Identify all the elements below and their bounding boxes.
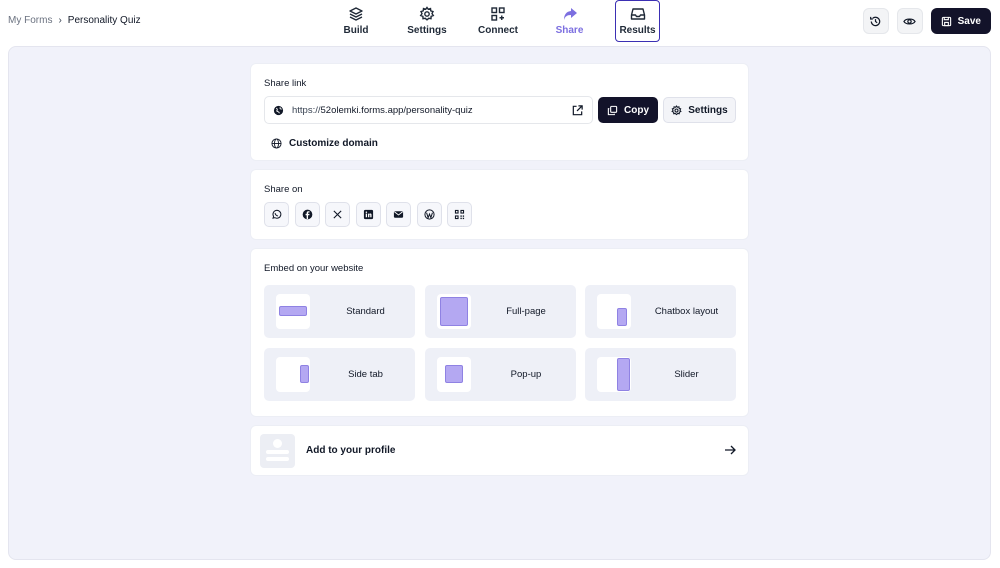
save-icon <box>941 16 951 26</box>
slider-thumbnail <box>597 357 631 392</box>
layers-icon <box>349 7 363 21</box>
embed-options-grid: Standard Full-page Chatbox layout Side t… <box>264 285 736 401</box>
embed-option-chatbox[interactable]: Chatbox layout <box>585 285 736 338</box>
embed-option-label: Pop-up <box>510 369 542 380</box>
top-right-actions: Save <box>862 8 991 34</box>
profile-thumbnail <box>260 434 295 468</box>
share-link-title: Share link <box>264 78 307 89</box>
embed-option-side-tab[interactable]: Side tab <box>264 348 415 401</box>
embed-option-pop-up[interactable]: Pop-up <box>424 348 576 401</box>
share-qr-button[interactable] <box>447 202 472 227</box>
wordpress-icon <box>423 209 435 220</box>
facebook-icon <box>302 209 312 220</box>
url-rest: 52olemki.forms.app/personality-quiz <box>320 104 473 116</box>
embed-title: Embed on your website <box>264 263 364 274</box>
embed-option-slider[interactable]: Slider <box>585 348 736 401</box>
tab-build[interactable]: Build <box>330 0 382 42</box>
globe-icon <box>271 138 282 149</box>
copy-icon <box>607 105 618 115</box>
x-icon <box>333 210 342 219</box>
side-tab-thumbnail <box>276 357 310 392</box>
standard-thumbnail <box>276 294 310 329</box>
tab-share[interactable]: Share <box>524 0 615 42</box>
embed-option-label: Chatbox layout <box>654 306 719 317</box>
globe-filled-icon <box>273 105 284 115</box>
share-icons-row <box>264 202 472 227</box>
gear-icon <box>671 104 682 115</box>
preview-button[interactable] <box>896 8 923 34</box>
connect-grid-icon <box>491 7 505 21</box>
embed-card: Embed on your website Standard Full-page… <box>250 248 749 417</box>
external-link-icon[interactable] <box>571 104 584 117</box>
url-prefix: https:// <box>292 104 321 116</box>
save-button[interactable]: Save <box>930 8 991 34</box>
chatbox-thumbnail <box>597 294 631 329</box>
embed-option-label: Full-page <box>506 306 546 317</box>
whatsapp-icon <box>272 209 282 219</box>
add-to-profile-card[interactable]: Add to your profile <box>250 425 749 476</box>
customize-domain-link[interactable]: Customize domain <box>271 138 378 149</box>
tab-results-label: Results <box>619 25 656 36</box>
tab-connect[interactable]: Connect <box>472 0 524 42</box>
share-wordpress-button[interactable] <box>416 202 442 227</box>
breadcrumb-separator: › <box>58 15 62 26</box>
add-to-profile-label: Add to your profile <box>306 445 396 456</box>
breadcrumb-current: Personality Quiz <box>67 15 141 26</box>
inbox-icon <box>630 8 645 20</box>
share-email-button[interactable] <box>386 202 411 227</box>
share-linkedin-button[interactable] <box>355 202 381 227</box>
tab-settings-label: Settings <box>407 25 447 36</box>
full-page-thumbnail <box>436 294 471 329</box>
tab-settings[interactable]: Settings <box>382 0 472 42</box>
breadcrumb-my-forms[interactable]: My Forms <box>8 15 52 26</box>
share-arrow-icon <box>563 8 577 20</box>
copy-button[interactable]: Copy <box>598 97 658 123</box>
customize-domain-label: Customize domain <box>289 138 378 149</box>
linkedin-icon <box>363 209 373 220</box>
history-button[interactable] <box>862 8 889 34</box>
pop-up-thumbnail <box>436 357 471 392</box>
share-whatsapp-button[interactable] <box>264 202 289 227</box>
embed-option-label: Side tab <box>348 369 383 380</box>
share-facebook-button[interactable] <box>294 202 320 227</box>
breadcrumb: My Forms › Personality Quiz <box>8 15 141 26</box>
qr-code-icon <box>454 209 465 220</box>
link-settings-button[interactable]: Settings <box>663 97 736 123</box>
tab-results[interactable]: Results <box>615 0 660 42</box>
share-url-field[interactable]: https://52olemki.forms.app/personality-q… <box>264 96 593 124</box>
email-icon <box>393 211 404 218</box>
share-link-card: Share link https://52olemki.forms.app/pe… <box>250 63 749 161</box>
eye-icon <box>903 17 916 25</box>
embed-option-label: Slider <box>674 369 699 380</box>
share-on-title: Share on <box>264 184 303 195</box>
share-x-button[interactable] <box>325 202 350 227</box>
main-nav-tabs: Build Settings Connect Share Results <box>330 0 660 44</box>
copy-label: Copy <box>624 104 649 116</box>
top-bar: My Forms › Personality Quiz Build Settin… <box>0 0 1000 46</box>
tab-connect-label: Connect <box>478 25 518 36</box>
save-label: Save <box>957 15 981 27</box>
embed-option-full-page[interactable]: Full-page <box>424 285 576 338</box>
gear-icon <box>419 6 435 21</box>
embed-option-label: Standard <box>346 306 385 317</box>
history-icon <box>870 16 881 26</box>
share-on-card: Share on <box>250 169 749 240</box>
embed-option-standard[interactable]: Standard <box>264 285 415 338</box>
tab-share-label: Share <box>555 25 584 36</box>
tab-build-label: Build <box>343 25 369 36</box>
link-settings-label: Settings <box>688 104 728 116</box>
arrow-right-icon <box>725 445 736 455</box>
